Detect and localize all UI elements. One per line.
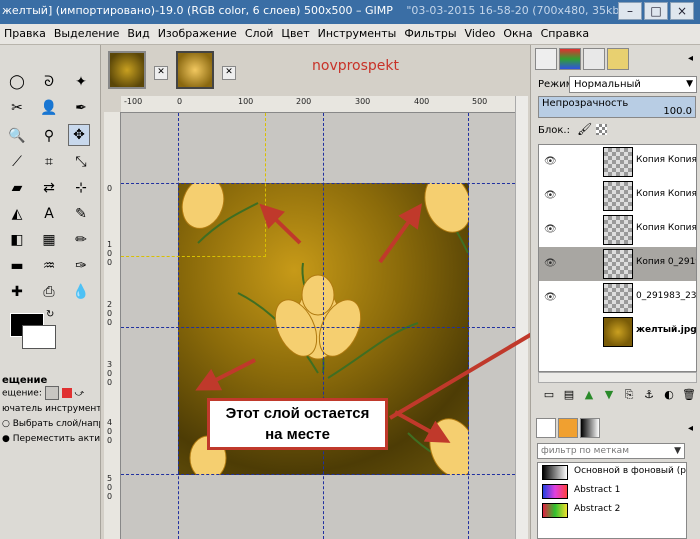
visibility-eye-icon[interactable]: 👁: [544, 224, 557, 235]
paths-tab-icon[interactable]: [583, 48, 605, 70]
anchor-layer-icon[interactable]: ⚓: [642, 388, 656, 402]
layer-row-selected[interactable]: 👁 Копия 0_29198: [539, 247, 696, 281]
new-layer-icon[interactable]: ▭: [542, 388, 556, 402]
layer-thumbnail: [603, 283, 633, 313]
lock-label: Блок.:: [538, 125, 570, 136]
lower-layer-icon[interactable]: ▼: [602, 388, 616, 402]
visibility-eye-icon[interactable]: 👁: [544, 190, 557, 201]
layer-row[interactable]: 👁 Копия Копия К: [539, 179, 697, 213]
layer-thumbnail: [603, 249, 633, 279]
callout-line-1: Этот слой остается: [225, 405, 370, 422]
layer-thumbnail: [603, 215, 633, 245]
callout-line-2: на месте: [265, 426, 330, 443]
arrow-1: [259, 203, 302, 245]
gradient-name: Основной в фоновый (рез: [574, 466, 687, 476]
layer-name: Копия Копия 0: [636, 223, 697, 233]
gradient-item[interactable]: Основной в фоновый (рез: [538, 463, 687, 482]
layer-row[interactable]: желтый.jpg: [539, 315, 697, 349]
visibility-eye-icon[interactable]: 👁: [544, 258, 557, 269]
gradient-swatch: [542, 503, 568, 518]
gradient-swatch: [542, 484, 568, 499]
tag-filter-input[interactable]: фильтр по меткам ▼: [537, 443, 685, 459]
opacity-label: Непрозрачность: [542, 98, 629, 109]
gradient-name: Abstract 2: [574, 504, 621, 514]
layer-name: Копия Копия К: [636, 155, 697, 165]
raise-layer-icon[interactable]: ▲: [582, 388, 596, 402]
layer-name: 0_291983_232e: [636, 291, 697, 301]
tag-filter-placeholder: фильтр по меткам: [541, 446, 629, 456]
gradients-list: Основной в фоновый (рез Abstract 1 Abstr…: [537, 462, 687, 539]
chevron-down-icon: ▼: [686, 79, 693, 89]
gradient-item[interactable]: Abstract 1: [538, 482, 686, 501]
gradient-name: Abstract 1: [574, 485, 621, 495]
opacity-slider[interactable]: Непрозрачность 100.0: [538, 96, 696, 118]
gradient-swatch: [542, 465, 568, 480]
layers-horizontal-scrollbar[interactable]: [538, 372, 697, 383]
layer-row[interactable]: 👁 Копия Копия К: [539, 145, 697, 179]
lock-pixels-icon[interactable]: 🖌: [577, 122, 592, 136]
layer-thumbnail: [603, 317, 633, 347]
patterns-tab-icon[interactable]: [558, 418, 578, 438]
channels-tab-icon[interactable]: [559, 48, 581, 70]
layer-mask-icon[interactable]: ◐: [662, 388, 676, 402]
layers-tab-icon[interactable]: [535, 48, 557, 70]
chevron-down-icon: ▼: [674, 446, 681, 456]
gradients-tab-icon[interactable]: [580, 418, 600, 438]
layers-list: 👁 Копия Копия К 👁 Копия Копия К 👁 Копия …: [538, 144, 697, 372]
gradient-item[interactable]: Abstract 2: [538, 501, 686, 520]
visibility-eye-icon[interactable]: 👁: [544, 292, 557, 303]
layer-buttons: ▭ ▤ ▲ ▼ ⎘ ⚓ ◐ 🗑: [538, 386, 698, 406]
layer-name: желтый.jpg: [636, 325, 697, 335]
layer-name: Копия 0_29198: [636, 257, 696, 267]
mode-value: Нормальный: [574, 79, 641, 90]
gradients-dock-menu-icon[interactable]: ◂: [688, 423, 693, 434]
opacity-value: 100.0: [663, 106, 692, 117]
lock-alpha-icon[interactable]: [596, 124, 607, 135]
new-layer-group-icon[interactable]: ▤: [562, 388, 576, 402]
delete-layer-icon[interactable]: 🗑: [682, 388, 696, 402]
layer-row[interactable]: 👁 Копия Копия 0: [539, 213, 697, 247]
layer-thumbnail: [603, 181, 633, 211]
brushes-tab-icon[interactable]: [536, 418, 556, 438]
undo-history-tab-icon[interactable]: [607, 48, 629, 70]
layer-thumbnail: [603, 147, 633, 177]
arrow-2: [378, 203, 422, 264]
layer-name: Копия Копия К: [636, 189, 697, 199]
dock-menu-icon[interactable]: ◂: [688, 53, 693, 64]
annotation-callout: Этот слой остается на месте: [207, 398, 388, 450]
mode-select[interactable]: Нормальный ▼: [569, 76, 697, 93]
arrow-3: [195, 358, 256, 391]
duplicate-layer-icon[interactable]: ⎘: [622, 388, 636, 402]
visibility-eye-icon[interactable]: 👁: [544, 156, 557, 167]
arrow-4: [394, 410, 451, 443]
layer-row[interactable]: 👁 0_291983_232e: [539, 281, 697, 315]
